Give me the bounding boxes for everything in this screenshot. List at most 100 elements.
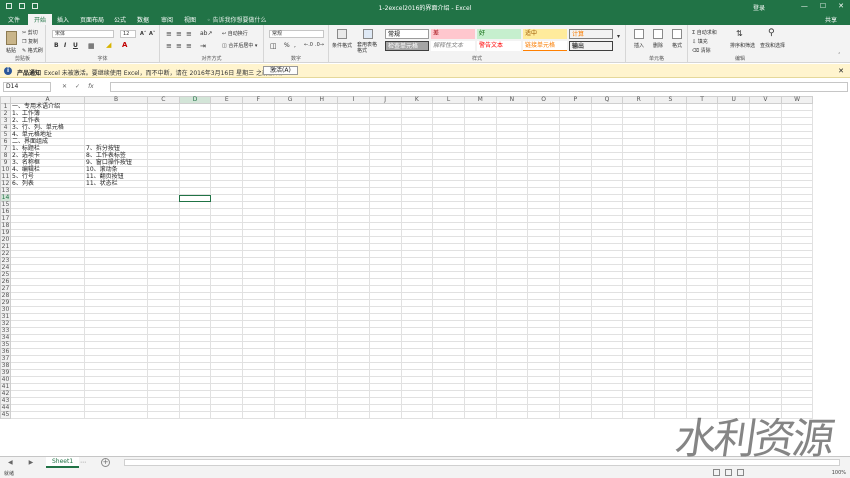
cell-k14[interactable] <box>400 194 434 202</box>
cell-w35[interactable] <box>780 341 814 349</box>
cell-t38[interactable] <box>685 362 719 370</box>
cell-a14[interactable] <box>10 194 85 202</box>
cell-p4[interactable] <box>558 124 592 132</box>
cell-a44[interactable] <box>10 404 85 412</box>
cell-l42[interactable] <box>432 390 465 398</box>
cell-r15[interactable] <box>622 201 655 209</box>
cell-e38[interactable] <box>210 362 244 370</box>
cut-button[interactable]: ✂ 剪切 <box>22 29 38 36</box>
cell-f20[interactable] <box>242 236 275 244</box>
close-button[interactable]: ✕ <box>838 2 844 10</box>
cell-r26[interactable] <box>622 278 655 286</box>
bold-button[interactable]: B <box>54 42 59 49</box>
cell-t37[interactable] <box>685 355 719 363</box>
cell-v5[interactable] <box>749 131 782 139</box>
cell-s34[interactable] <box>654 334 687 342</box>
cell-e36[interactable] <box>210 348 244 356</box>
cell-n22[interactable] <box>495 250 529 258</box>
cell-m8[interactable] <box>463 152 497 160</box>
cell-o22[interactable] <box>527 250 560 258</box>
cell-g30[interactable] <box>273 306 307 314</box>
align-bottom-icon[interactable]: ≡ <box>186 30 192 38</box>
cell-w28[interactable] <box>780 292 814 300</box>
cell-g9[interactable] <box>273 159 307 167</box>
cell-e31[interactable] <box>210 313 244 321</box>
cell-n17[interactable] <box>495 215 529 223</box>
cell-n15[interactable] <box>495 201 529 209</box>
font-name-select[interactable]: 宋体 <box>52 30 114 38</box>
cell-n19[interactable] <box>495 229 529 237</box>
cell-j42[interactable] <box>368 390 402 398</box>
cell-f22[interactable] <box>242 250 275 258</box>
cell-v26[interactable] <box>749 278 782 286</box>
cell-n39[interactable] <box>495 369 529 377</box>
cell-q22[interactable] <box>590 250 624 258</box>
cell-d14[interactable] <box>178 194 212 202</box>
cell-e37[interactable] <box>210 355 244 363</box>
cell-c6[interactable] <box>147 138 180 146</box>
column-header[interactable]: G <box>273 96 307 104</box>
cell-h28[interactable] <box>305 292 339 300</box>
cell-q2[interactable] <box>590 110 624 118</box>
cell-i20[interactable] <box>337 236 370 244</box>
cell-d35[interactable] <box>178 341 212 349</box>
cell-o42[interactable] <box>527 390 560 398</box>
cell-e28[interactable] <box>210 292 244 300</box>
cell-b15[interactable] <box>84 201 148 209</box>
cell-r37[interactable] <box>622 355 655 363</box>
cell-u3[interactable] <box>717 117 751 125</box>
format-table-button[interactable]: 套用表格格式 <box>357 42 381 54</box>
cell-n26[interactable] <box>495 278 529 286</box>
cell-r41[interactable] <box>622 383 655 391</box>
cell-i32[interactable] <box>337 320 370 328</box>
cell-v18[interactable] <box>749 222 782 230</box>
cell-c42[interactable] <box>147 390 180 398</box>
next-sheet-icon[interactable]: ▶ <box>29 459 34 466</box>
align-right-icon[interactable]: ≡ <box>186 42 192 50</box>
cell-q15[interactable] <box>590 201 624 209</box>
cell-f37[interactable] <box>242 355 275 363</box>
page-break-view-icon[interactable] <box>737 469 744 476</box>
cell-a19[interactable] <box>10 229 85 237</box>
cell-d28[interactable] <box>178 292 212 300</box>
cell-s40[interactable] <box>654 376 687 384</box>
cell-w32[interactable] <box>780 320 814 328</box>
cell-n35[interactable] <box>495 341 529 349</box>
cell-i14[interactable] <box>337 194 370 202</box>
cell-j14[interactable] <box>368 194 402 202</box>
cell-n43[interactable] <box>495 397 529 405</box>
cell-p5[interactable] <box>558 131 592 139</box>
cell-w42[interactable] <box>780 390 814 398</box>
cell-r35[interactable] <box>622 341 655 349</box>
cell-o11[interactable] <box>527 173 560 181</box>
cell-p15[interactable] <box>558 201 592 209</box>
cell-j16[interactable] <box>368 208 402 216</box>
cell-i24[interactable] <box>337 264 370 272</box>
cell-k37[interactable] <box>400 355 434 363</box>
cell-i6[interactable] <box>337 138 370 146</box>
cell-o24[interactable] <box>527 264 560 272</box>
cell-c44[interactable] <box>147 404 180 412</box>
cell-j4[interactable] <box>368 124 402 132</box>
cell-w21[interactable] <box>780 243 814 251</box>
cell-i21[interactable] <box>337 243 370 251</box>
cell-j32[interactable] <box>368 320 402 328</box>
cell-a22[interactable] <box>10 250 85 258</box>
cell-g27[interactable] <box>273 285 307 293</box>
cell-j21[interactable] <box>368 243 402 251</box>
cell-m28[interactable] <box>463 292 497 300</box>
cell-m39[interactable] <box>463 369 497 377</box>
cell-m11[interactable] <box>463 173 497 181</box>
cell-i42[interactable] <box>337 390 370 398</box>
cell-q31[interactable] <box>590 313 624 321</box>
cell-k34[interactable] <box>400 334 434 342</box>
cell-n37[interactable] <box>495 355 529 363</box>
cell-h30[interactable] <box>305 306 339 314</box>
cell-h29[interactable] <box>305 299 339 307</box>
cell-v4[interactable] <box>749 124 782 132</box>
cell-a40[interactable] <box>10 376 85 384</box>
cell-g13[interactable] <box>273 187 307 195</box>
cell-b30[interactable] <box>84 306 148 314</box>
cell-t7[interactable] <box>685 145 719 153</box>
cell-s9[interactable] <box>654 159 687 167</box>
